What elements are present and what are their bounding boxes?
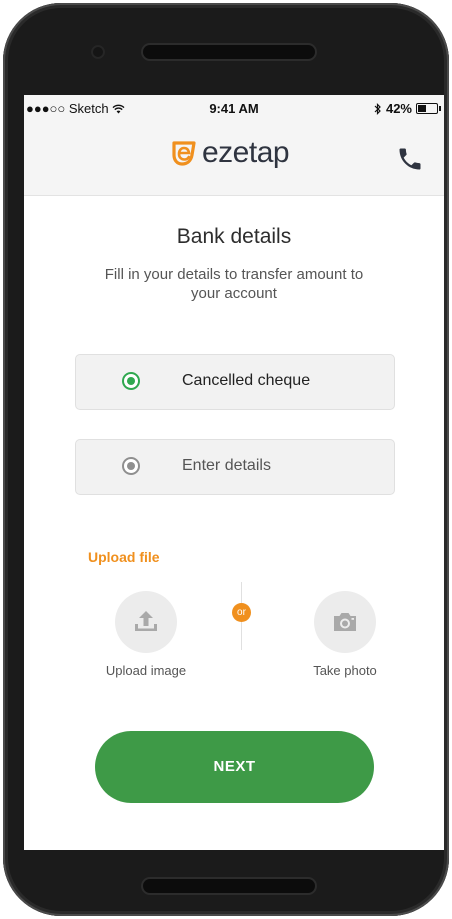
option-enter-details[interactable]: Enter details <box>75 439 395 495</box>
upload-file-label: Upload file <box>88 549 160 565</box>
earpiece-speaker <box>143 45 315 59</box>
take-photo-button[interactable] <box>314 591 376 653</box>
option-cancelled-cheque[interactable]: Cancelled cheque <box>75 354 395 410</box>
option-label: Cancelled cheque <box>182 372 311 389</box>
next-button[interactable]: NEXT <box>95 731 374 803</box>
ezetap-logo-icon <box>172 141 196 166</box>
camera-icon <box>334 613 356 631</box>
phone-frame: ●●●○○ Sketch 9:41 AM 42% ezetap Bank det… <box>3 3 449 916</box>
radio-unselected-icon[interactable] <box>122 457 140 475</box>
upload-image-button[interactable] <box>115 591 177 653</box>
take-photo-caption: Take photo <box>313 663 377 678</box>
app-header: ezetap <box>24 121 444 196</box>
home-indicator <box>143 879 315 893</box>
front-camera <box>91 45 105 59</box>
app-screen: ●●●○○ Sketch 9:41 AM 42% ezetap Bank det… <box>24 95 444 850</box>
upload-image-caption: Upload image <box>105 663 187 678</box>
status-bar: ●●●○○ Sketch 9:41 AM 42% <box>24 95 444 121</box>
brand-logo: ezetap <box>170 136 290 170</box>
brand-name: ezetap <box>202 136 290 169</box>
option-label: Enter details <box>182 457 271 474</box>
page-subtitle: Fill in your details to transfer amount … <box>104 266 364 302</box>
phone-icon[interactable] <box>396 145 424 173</box>
battery-percent: 42% <box>385 101 412 116</box>
status-right: 42% <box>374 101 441 116</box>
radio-selected-icon[interactable] <box>122 372 140 390</box>
or-badge: or <box>232 603 251 622</box>
battery-icon <box>416 103 441 114</box>
page-title: Bank details <box>176 225 292 248</box>
bluetooth-icon <box>374 102 381 115</box>
upload-icon <box>135 611 157 631</box>
